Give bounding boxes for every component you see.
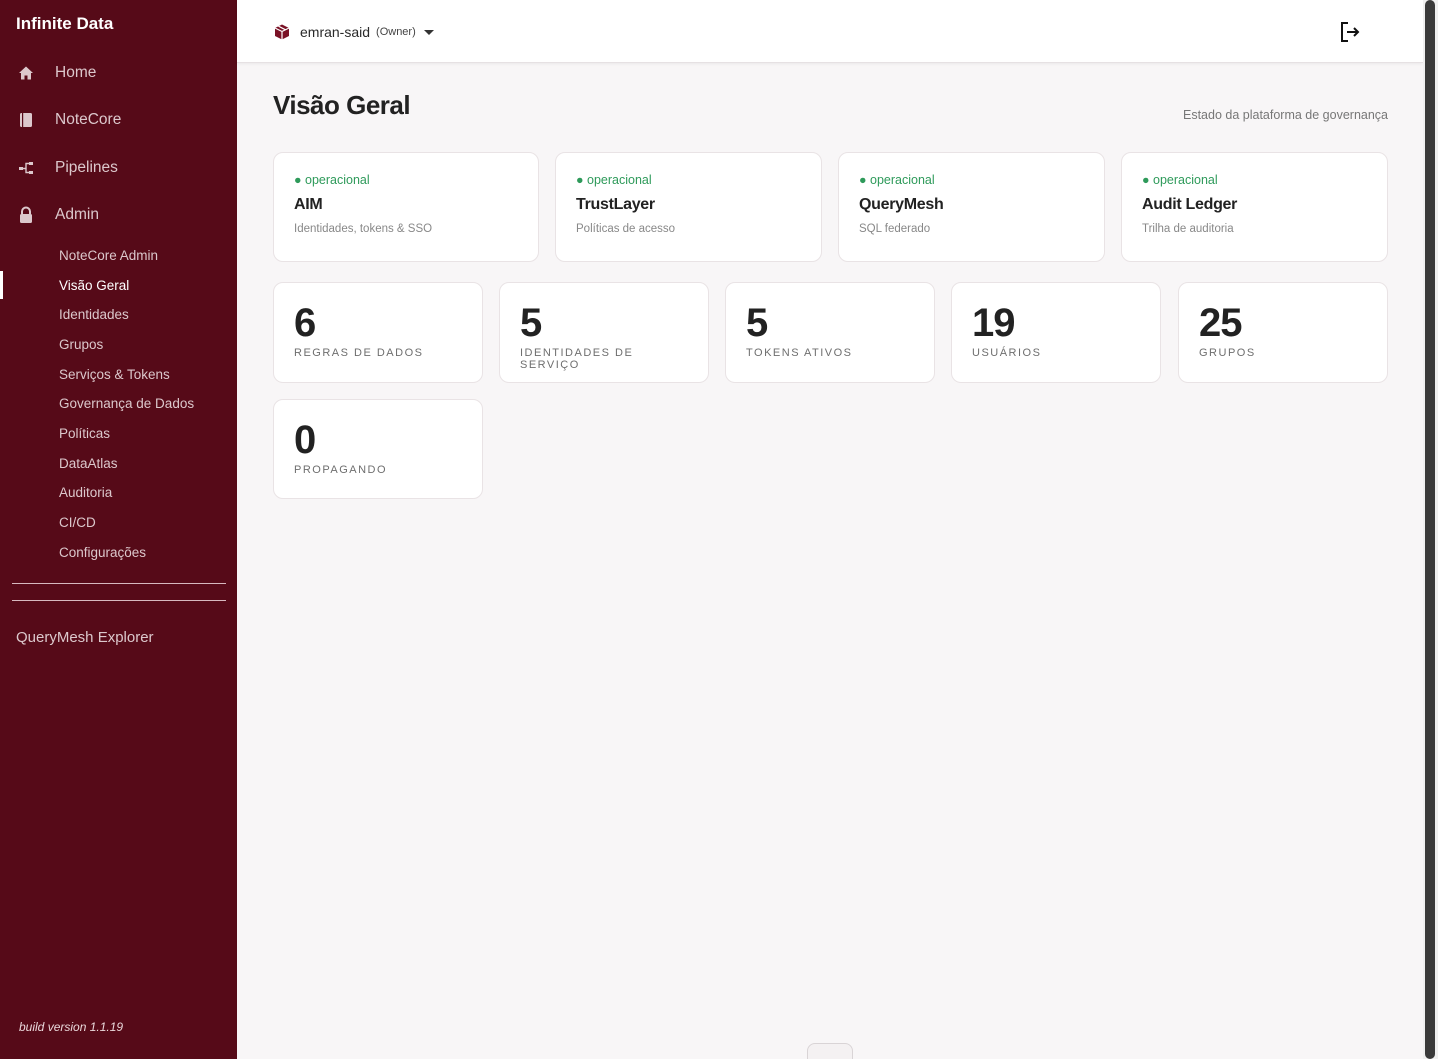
stat-label: REGRAS DE DADOS xyxy=(294,347,424,359)
stat-label: GRUPOS xyxy=(1199,347,1256,359)
admin-item-configuracoes[interactable]: Configurações xyxy=(0,538,237,566)
service-name: Audit Ledger xyxy=(1142,196,1238,213)
stat-card-grupos[interactable]: 25 GRUPOS xyxy=(1178,282,1388,383)
service-card-querymesh[interactable]: ● operacional QueryMesh SQL federado xyxy=(838,152,1105,262)
nav-label: Admin xyxy=(55,206,99,223)
admin-item-servicos-tokens[interactable]: Serviços & Tokens xyxy=(0,360,237,388)
status-badge: ● operacional xyxy=(576,173,652,187)
admin-item-dataatlas[interactable]: DataAtlas xyxy=(0,449,237,477)
admin-item-politicas[interactable]: Políticas xyxy=(0,419,237,447)
pipeline-icon xyxy=(17,159,35,177)
nav-label: Home xyxy=(55,64,97,81)
admin-item-auditoria[interactable]: Auditoria xyxy=(0,478,237,506)
page-scrollbar[interactable] xyxy=(1423,0,1438,1059)
service-name: AIM xyxy=(294,196,323,213)
nav-item-home[interactable]: Home xyxy=(0,53,237,93)
brand-logo[interactable]: Infinite Data xyxy=(16,14,113,34)
home-icon xyxy=(17,64,35,82)
stat-value: 19 xyxy=(972,301,1016,345)
service-description: Políticas de acesso xyxy=(576,223,676,235)
stat-label: PROPAGANDO xyxy=(294,464,388,476)
stat-label: TOKENS ATIVOS xyxy=(746,347,853,359)
status-badge: ● operacional xyxy=(859,173,935,187)
admin-item-governanca[interactable]: Governança de Dados xyxy=(0,389,237,417)
service-card-audit-ledger[interactable]: ● operacional Audit Ledger Trilha de aud… xyxy=(1121,152,1388,262)
sidebar-divider xyxy=(12,600,226,601)
nav-item-pipelines[interactable]: Pipelines xyxy=(0,148,237,188)
sidebar-divider xyxy=(12,583,226,584)
stat-value: 6 xyxy=(294,301,316,345)
bottom-drawer-handle[interactable] xyxy=(807,1043,853,1059)
service-card-trustlayer[interactable]: ● operacional TrustLayer Políticas de ac… xyxy=(555,152,822,262)
admin-item-cicd[interactable]: CI/CD xyxy=(0,508,237,536)
scrollbar-thumb[interactable] xyxy=(1425,0,1435,1059)
stat-card-tokens[interactable]: 5 TOKENS ATIVOS xyxy=(725,282,935,383)
tenant-role: (Owner) xyxy=(376,26,416,38)
nav-item-notecore[interactable]: NoteCore xyxy=(0,100,237,140)
service-description: SQL federado xyxy=(859,223,931,235)
nav-label: Pipelines xyxy=(55,159,118,176)
service-card-aim[interactable]: ● operacional AIM Identidades, tokens & … xyxy=(273,152,539,262)
tenant-name: emran-said xyxy=(300,24,371,40)
service-name: TrustLayer xyxy=(576,196,655,213)
stat-label: USUÁRIOS xyxy=(972,347,1042,359)
chevron-down-icon xyxy=(423,29,434,35)
querymesh-explorer-link[interactable]: QueryMesh Explorer xyxy=(16,629,154,646)
service-description: Trilha de auditoria xyxy=(1142,223,1234,235)
status-badge: ● operacional xyxy=(294,173,370,187)
service-description: Identidades, tokens & SSO xyxy=(294,223,433,235)
page-title: Visão Geral xyxy=(273,90,411,120)
stat-card-regras[interactable]: 6 REGRAS DE DADOS xyxy=(273,282,483,383)
stat-value: 25 xyxy=(1199,301,1243,345)
admin-item-visao-geral[interactable]: Visão Geral xyxy=(0,271,237,299)
stat-card-usuarios[interactable]: 19 USUÁRIOS xyxy=(951,282,1161,383)
stat-value: 0 xyxy=(294,418,316,462)
page-subtitle: Estado da plataforma de governança xyxy=(1183,108,1388,122)
stat-value: 5 xyxy=(520,301,542,345)
status-badge: ● operacional xyxy=(1142,173,1218,187)
admin-item-identidades[interactable]: Identidades xyxy=(0,300,237,328)
cube-icon xyxy=(273,23,291,41)
service-name: QueryMesh xyxy=(859,196,944,213)
nav-item-admin[interactable]: Admin xyxy=(0,195,237,235)
admin-item-notecore-admin[interactable]: NoteCore Admin xyxy=(0,241,237,269)
nav-label: NoteCore xyxy=(55,111,122,128)
logout-icon[interactable] xyxy=(1338,20,1362,44)
sidebar: Infinite Data Home NoteCore Pipelines Ad… xyxy=(0,0,237,1059)
admin-item-grupos[interactable]: Grupos xyxy=(0,330,237,358)
top-bar: emran-said (Owner) xyxy=(237,0,1423,63)
notebook-icon xyxy=(17,111,35,129)
tenant-selector[interactable]: emran-said (Owner) xyxy=(273,20,434,44)
build-version: build version 1.1.19 xyxy=(19,1020,124,1034)
stat-card-identidades[interactable]: 5 IDENTIDADES DE SERVIÇO xyxy=(499,282,709,383)
lock-icon xyxy=(17,206,35,224)
stat-value: 5 xyxy=(746,301,768,345)
stat-label: IDENTIDADES DE SERVIÇO xyxy=(520,347,634,371)
stat-card-propagando[interactable]: 0 PROPAGANDO xyxy=(273,399,483,499)
